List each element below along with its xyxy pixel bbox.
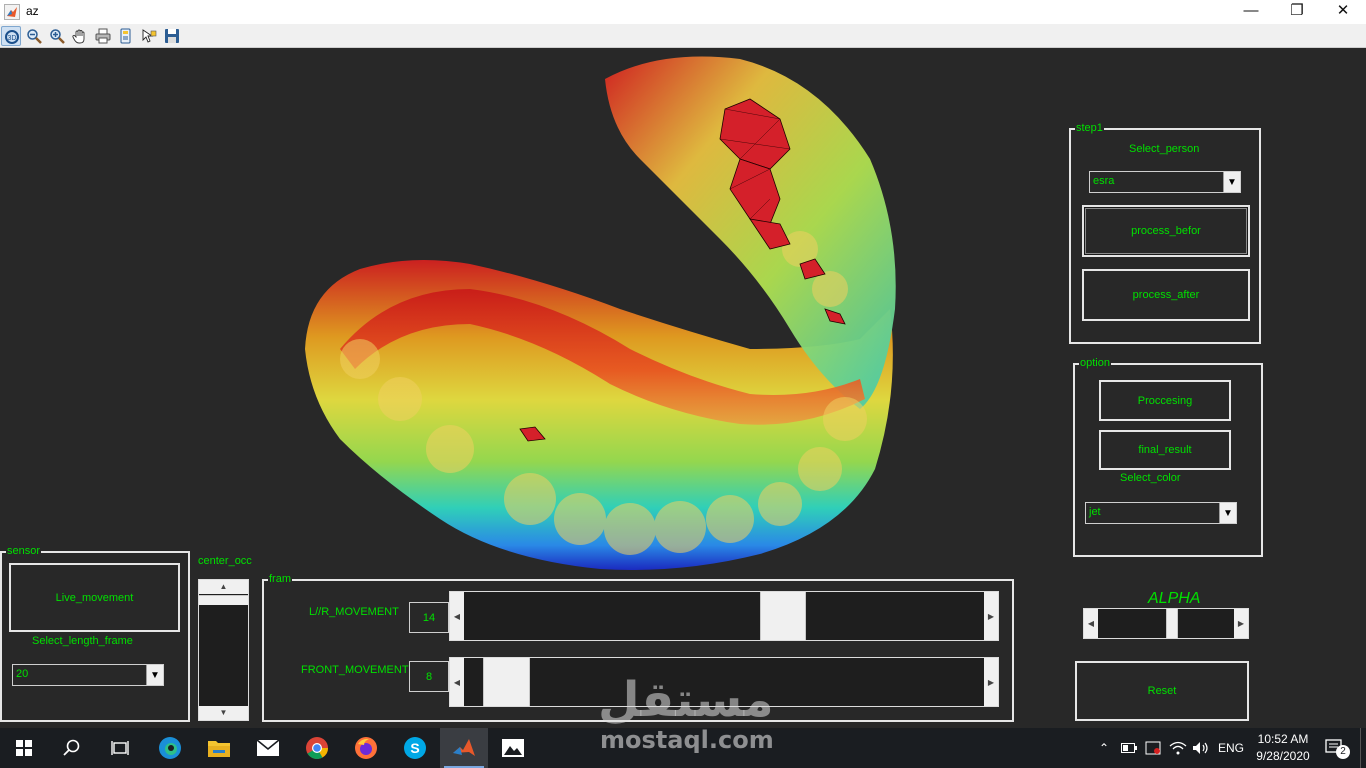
scroll-down-icon[interactable]: ▼ bbox=[199, 706, 248, 720]
show-desktop-button[interactable] bbox=[1360, 728, 1366, 768]
rotate-3d-icon[interactable]: 3D bbox=[1, 26, 21, 46]
firefox-icon[interactable] bbox=[342, 728, 390, 768]
arrow-right-icon[interactable]: ▶ bbox=[1234, 609, 1248, 638]
dental-arch-3d-plot[interactable] bbox=[300, 49, 900, 574]
language-indicator[interactable]: ENG bbox=[1214, 728, 1248, 768]
arrow-right-icon[interactable]: ▶ bbox=[984, 658, 998, 706]
watermark-text: mostaql.com bbox=[600, 726, 774, 754]
volume-icon[interactable] bbox=[1190, 728, 1212, 768]
notifications-count: 2 bbox=[1336, 745, 1350, 759]
processing-button[interactable]: Proccesing bbox=[1099, 380, 1231, 421]
center-occ-listbox[interactable]: ▲ ▼ bbox=[198, 579, 249, 721]
chevron-down-icon[interactable]: ▼ bbox=[146, 665, 163, 685]
alpha-label: ALPHA bbox=[1148, 590, 1201, 607]
scroll-up-icon[interactable]: ▲ bbox=[199, 580, 248, 594]
skype-icon[interactable]: S bbox=[391, 728, 439, 768]
arrow-left-icon[interactable]: ◀ bbox=[1084, 609, 1098, 638]
front-movement-value[interactable]: 8 bbox=[409, 661, 449, 692]
svg-text:S: S bbox=[410, 740, 419, 756]
data-cursor-icon[interactable] bbox=[116, 26, 136, 46]
center-occ-label: center_occ bbox=[198, 555, 252, 567]
arrow-left-icon[interactable]: ◀ bbox=[450, 592, 464, 640]
final-result-button[interactable]: final_result bbox=[1099, 430, 1231, 470]
select-color-label: Select_color bbox=[1120, 472, 1181, 484]
antivirus-icon[interactable] bbox=[1142, 728, 1164, 768]
watermark-logo: مستقل bbox=[598, 672, 774, 728]
lr-movement-label: L//R_MOVEMENT bbox=[309, 606, 399, 618]
svg-text:3D: 3D bbox=[8, 35, 17, 42]
save-icon[interactable] bbox=[162, 26, 182, 46]
select-person-dropdown[interactable]: esra ▼ bbox=[1089, 171, 1241, 193]
select-person-value: esra bbox=[1093, 175, 1115, 187]
alpha-slider[interactable]: ◀ ▶ bbox=[1083, 608, 1249, 639]
step1-title: step1 bbox=[1075, 121, 1104, 135]
process-before-button[interactable]: process_befor bbox=[1082, 205, 1250, 257]
live-movement-button[interactable]: Live_movement bbox=[9, 563, 180, 632]
chevron-up-icon[interactable]: ⌃ bbox=[1094, 728, 1114, 768]
process-after-button[interactable]: process_after bbox=[1082, 269, 1250, 321]
print-icon[interactable] bbox=[93, 26, 113, 46]
option-title: option bbox=[1079, 356, 1111, 370]
matlab-figure-icon bbox=[4, 4, 20, 20]
edit-plot-icon[interactable] bbox=[139, 26, 159, 46]
matlab-taskbar-icon[interactable] bbox=[440, 728, 488, 768]
arrow-right-icon[interactable]: ▶ bbox=[984, 592, 998, 640]
minimize-button[interactable]: — bbox=[1228, 0, 1274, 24]
window-title: az bbox=[26, 4, 39, 18]
lr-movement-value[interactable]: 14 bbox=[409, 602, 449, 633]
scrollbar-thumb[interactable] bbox=[199, 595, 248, 605]
fram-title: fram bbox=[268, 572, 292, 586]
select-color-dropdown[interactable]: jet ▼ bbox=[1085, 502, 1237, 524]
sensor-title: sensor bbox=[6, 544, 42, 558]
mail-icon[interactable] bbox=[244, 728, 292, 768]
clock-date[interactable]: 9/28/2020 bbox=[1248, 749, 1318, 763]
arrow-left-icon[interactable]: ◀ bbox=[450, 658, 464, 706]
chevron-down-icon[interactable]: ▼ bbox=[1223, 172, 1240, 192]
length-frame-value: 20 bbox=[16, 668, 29, 680]
close-button[interactable]: ✕ bbox=[1320, 0, 1366, 24]
battery-icon[interactable] bbox=[1118, 728, 1140, 768]
select-color-value: jet bbox=[1089, 506, 1101, 518]
length-frame-dropdown[interactable]: 20 ▼ bbox=[12, 664, 164, 686]
photos-icon[interactable] bbox=[489, 728, 537, 768]
file-explorer-icon[interactable] bbox=[195, 728, 243, 768]
alpha-slider-thumb[interactable] bbox=[1166, 609, 1179, 638]
select-length-frame-label: Select_length_frame bbox=[32, 635, 133, 647]
pan-icon[interactable] bbox=[70, 26, 90, 46]
wifi-icon[interactable] bbox=[1166, 728, 1190, 768]
zoom-in-icon[interactable] bbox=[47, 26, 67, 46]
front-movement-label: FRONT_MOVEMENT bbox=[301, 664, 409, 676]
reset-button[interactable]: Reset bbox=[1075, 661, 1249, 721]
zoom-out-icon[interactable] bbox=[24, 26, 44, 46]
chevron-down-icon[interactable]: ▼ bbox=[1219, 503, 1236, 523]
task-view-icon[interactable] bbox=[96, 728, 144, 768]
select-person-label: Select_person bbox=[1129, 143, 1200, 155]
lr-movement-slider[interactable]: ◀ ▶ bbox=[449, 591, 999, 641]
figure-toolbar: 3D ↘ bbox=[0, 24, 1366, 65]
clock-time[interactable]: 10:52 AM bbox=[1248, 732, 1318, 746]
restore-button[interactable]: ❐ bbox=[1274, 0, 1320, 24]
chrome-icon[interactable] bbox=[293, 728, 341, 768]
front-slider-thumb[interactable] bbox=[482, 658, 530, 706]
edge-icon[interactable] bbox=[146, 728, 194, 768]
lr-slider-thumb[interactable] bbox=[760, 592, 807, 640]
notifications-icon[interactable]: 2 bbox=[1320, 728, 1350, 768]
windows-start-icon[interactable] bbox=[0, 728, 48, 768]
title-bar: az — ❐ ✕ bbox=[0, 0, 1366, 24]
search-icon[interactable] bbox=[48, 728, 96, 768]
